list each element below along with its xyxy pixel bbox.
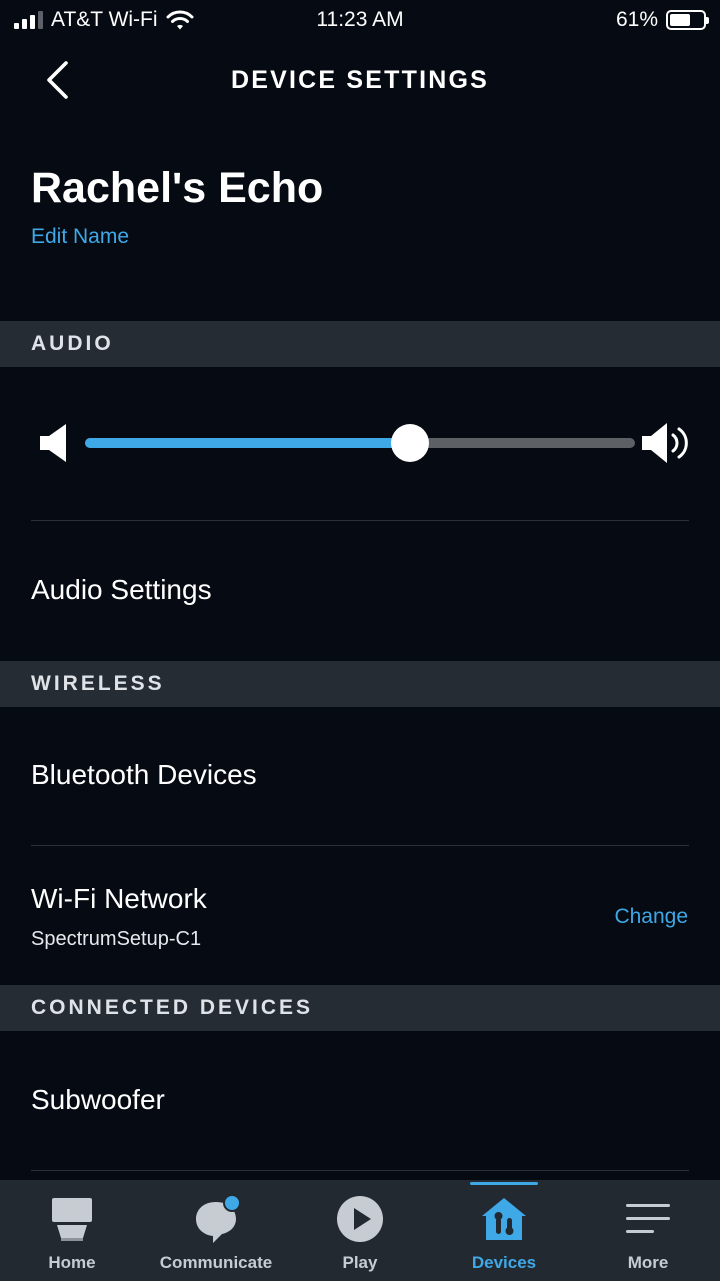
wifi-network-row[interactable]: Wi-Fi Network SpectrumSetup-C1 Change bbox=[0, 850, 720, 982]
audio-settings-row[interactable]: Audio Settings bbox=[0, 540, 720, 640]
clock: 11:23 AM bbox=[316, 8, 404, 31]
row-label: Audio Settings bbox=[31, 574, 212, 605]
speaker-low-icon bbox=[40, 424, 66, 462]
divider bbox=[31, 845, 689, 846]
tab-label: Home bbox=[48, 1253, 96, 1272]
status-bar: AT&T Wi-Fi 11:23 AM 61% bbox=[0, 0, 720, 40]
divider bbox=[31, 520, 689, 521]
section-header-wireless: WIRELESS bbox=[0, 661, 720, 707]
battery-icon bbox=[666, 10, 709, 30]
slider-thumb[interactable] bbox=[391, 424, 429, 462]
tab-home[interactable]: Home bbox=[0, 1180, 144, 1281]
row-label: Subwoofer bbox=[31, 1084, 165, 1115]
home-icon bbox=[52, 1198, 92, 1241]
menu-icon bbox=[626, 1204, 670, 1233]
play-icon bbox=[337, 1196, 383, 1242]
bluetooth-devices-row[interactable]: Bluetooth Devices bbox=[0, 710, 720, 840]
tab-devices[interactable]: Devices bbox=[432, 1180, 576, 1281]
tab-play[interactable]: Play bbox=[288, 1180, 432, 1281]
device-name: Rachel's Echo bbox=[31, 164, 324, 212]
section-title: WIRELESS bbox=[31, 672, 165, 695]
tab-label: Devices bbox=[471, 1253, 537, 1272]
section-header-audio: AUDIO bbox=[0, 321, 720, 367]
status-right: 61% bbox=[615, 8, 709, 32]
chat-bubble-icon bbox=[196, 1194, 241, 1243]
tab-more[interactable]: More bbox=[576, 1180, 720, 1281]
tab-communicate[interactable]: Communicate bbox=[144, 1180, 288, 1281]
section-header-connected-devices: CONNECTED DEVICES bbox=[0, 985, 720, 1031]
battery-percent: 61% bbox=[615, 8, 658, 31]
volume-slider[interactable] bbox=[85, 424, 635, 462]
section-title: CONNECTED DEVICES bbox=[31, 996, 314, 1019]
devices-icon bbox=[482, 1198, 526, 1240]
slider-fill bbox=[85, 438, 410, 448]
wifi-network-name: SpectrumSetup-C1 bbox=[31, 928, 202, 950]
edit-name-link[interactable]: Edit Name bbox=[31, 225, 129, 249]
change-wifi-link[interactable]: Change bbox=[614, 905, 688, 929]
tab-label: More bbox=[627, 1253, 669, 1272]
speaker-high-icon bbox=[642, 423, 688, 463]
section-title: AUDIO bbox=[31, 332, 114, 355]
tab-label: Play bbox=[342, 1253, 378, 1272]
divider bbox=[31, 1170, 689, 1171]
tab-label: Communicate bbox=[159, 1253, 273, 1272]
nav-header: DEVICE SETTINGS bbox=[0, 48, 720, 114]
row-label: Bluetooth Devices bbox=[31, 759, 257, 790]
row-label: Wi-Fi Network bbox=[31, 883, 207, 914]
subwoofer-row[interactable]: Subwoofer bbox=[0, 1034, 720, 1166]
bottom-tab-bar: Home Communicate Play Devices More bbox=[0, 1180, 720, 1281]
page-title: DEVICE SETTINGS bbox=[230, 66, 490, 94]
